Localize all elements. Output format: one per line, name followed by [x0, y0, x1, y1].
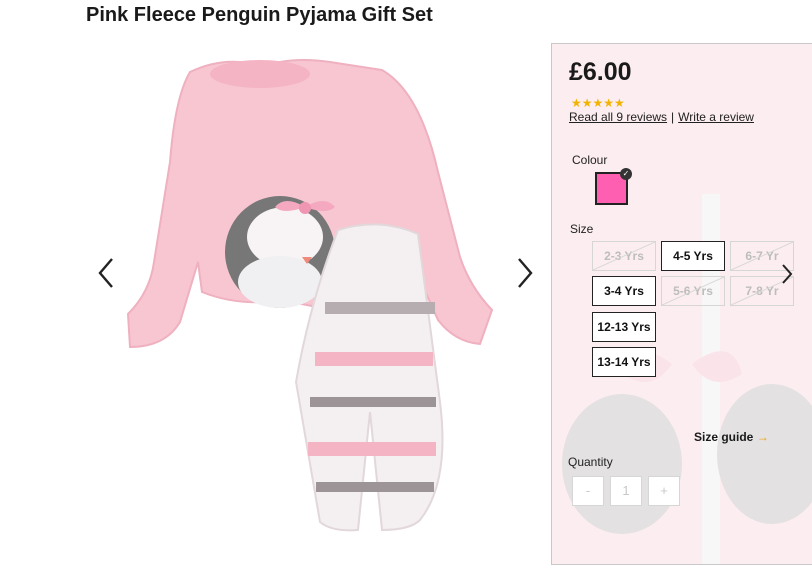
colour-swatch-pink[interactable]: ✓: [595, 168, 632, 205]
size-option-2-3-yrs: 2-3 Yrs: [592, 241, 656, 271]
size-option-4-5-yrs[interactable]: 4-5 Yrs: [661, 241, 725, 271]
reviews-separator: |: [671, 110, 675, 124]
colour-label: Colour: [572, 153, 608, 167]
next-image-arrow-icon[interactable]: [509, 253, 539, 293]
previous-image-arrow-icon[interactable]: [92, 253, 122, 293]
quantity-decrease-button[interactable]: -: [572, 476, 604, 506]
size-scroll-right-icon[interactable]: [778, 259, 796, 289]
reviews-links: Read all 9 reviews | Write a review: [569, 110, 754, 124]
product-title: Pink Fleece Penguin Pyjama Gift Set: [86, 4, 433, 26]
read-reviews-link[interactable]: Read all 9 reviews: [569, 110, 667, 124]
quantity-label: Quantity: [568, 455, 613, 469]
quantity-input[interactable]: 1: [610, 476, 642, 506]
size-option-3-4-yrs[interactable]: 3-4 Yrs: [592, 276, 656, 306]
write-review-link[interactable]: Write a review: [678, 110, 754, 124]
product-image-pyjamas: [126, 59, 494, 532]
quantity-increase-button[interactable]: +: [648, 476, 680, 506]
size-option-13-14-yrs[interactable]: 13-14 Yrs: [592, 347, 656, 377]
selected-check-icon: ✓: [620, 168, 632, 180]
size-option-5-6-yrs: 5-6 Yrs: [661, 276, 725, 306]
arrow-right-icon: →: [756, 430, 769, 444]
size-option-12-13-yrs[interactable]: 12-13 Yrs: [592, 312, 656, 342]
price: £6.00: [569, 58, 632, 86]
size-guide-link[interactable]: Size guide →: [694, 430, 769, 444]
rating-stars-icon: ★★★★★: [571, 96, 625, 110]
purchase-panel: £6.00 ★★★★★ Read all 9 reviews | Write a r…: [551, 43, 812, 565]
size-label: Size: [570, 222, 594, 236]
